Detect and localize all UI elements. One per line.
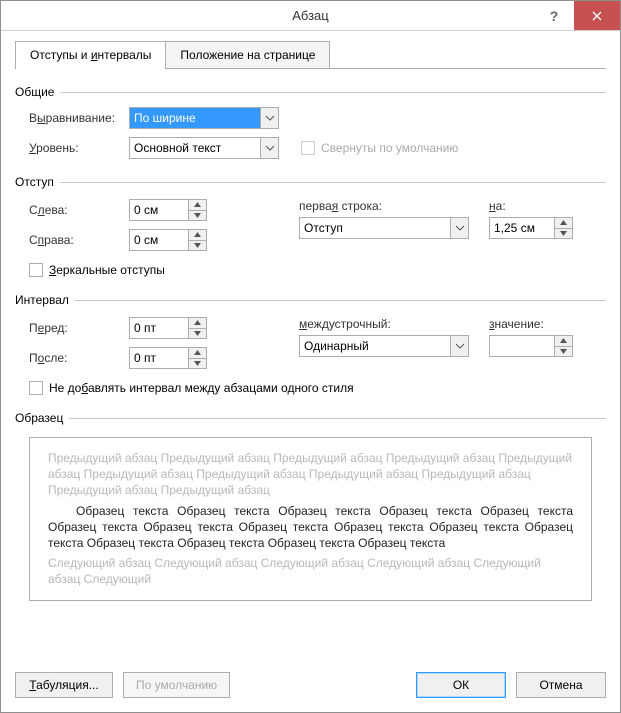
level-label: Уровень: xyxy=(29,141,129,155)
firstline-label: первая строка: xyxy=(299,199,489,213)
indent-right-label: Справа: xyxy=(29,233,129,247)
firstline-by-label: на: xyxy=(489,199,589,213)
spin-up-icon[interactable] xyxy=(189,318,206,328)
group-indent: Отступ Слева: 0 см xyxy=(15,175,606,277)
no-add-space-checkbox[interactable]: Не добавлять интервал между абзацами одн… xyxy=(29,381,354,395)
help-button[interactable]: ? xyxy=(534,1,574,30)
preview-previous: Предыдущий абзац Предыдущий абзац Предыд… xyxy=(48,450,573,499)
linespacing-combo[interactable]: Одинарный xyxy=(299,335,469,357)
indent-left-label: Слева: xyxy=(29,203,129,217)
chevron-down-icon[interactable] xyxy=(450,336,468,356)
tab-strip: Отступы и интервалы Положение на страниц… xyxy=(15,41,606,69)
group-preview: Образец Предыдущий абзац Предыдущий абза… xyxy=(15,411,606,656)
tabs-button[interactable]: Табуляция... xyxy=(15,672,113,698)
close-button[interactable] xyxy=(574,1,620,30)
cancel-button[interactable]: Отмена xyxy=(516,672,606,698)
ok-button[interactable]: ОК xyxy=(416,672,506,698)
alignment-combo[interactable]: По ширине xyxy=(129,107,279,129)
spacing-after-label: После: xyxy=(29,351,129,365)
titlebar: Абзац ? xyxy=(1,1,620,31)
level-combo[interactable]: Основной текст xyxy=(129,137,279,159)
indent-left-spinner[interactable]: 0 см xyxy=(129,199,207,221)
preview-box: Предыдущий абзац Предыдущий абзац Предыд… xyxy=(29,437,592,601)
spin-up-icon[interactable] xyxy=(189,230,206,240)
title-controls: ? xyxy=(534,1,620,30)
spin-down-icon[interactable] xyxy=(189,240,206,251)
checkbox-icon xyxy=(301,141,315,155)
linespacing-label: междустрочный: xyxy=(299,317,489,331)
group-indent-title: Отступ xyxy=(15,175,60,189)
firstline-combo[interactable]: Отступ xyxy=(299,217,469,239)
spin-down-icon[interactable] xyxy=(189,210,206,221)
spacing-after-spinner[interactable]: 0 пт xyxy=(129,347,207,369)
spin-down-icon[interactable] xyxy=(189,328,206,339)
checkbox-icon xyxy=(29,263,43,277)
linespacing-value-label: значение: xyxy=(489,317,589,331)
mirror-indents-checkbox[interactable]: Зеркальные отступы xyxy=(29,263,165,277)
spin-down-icon[interactable] xyxy=(189,358,206,369)
spacing-before-label: Перед: xyxy=(29,321,129,335)
spin-up-icon[interactable] xyxy=(555,336,572,346)
group-general: Общие Выравнивание: По ширине Уровень: О… xyxy=(15,85,606,159)
chevron-down-icon[interactable] xyxy=(260,138,278,158)
tab-indents[interactable]: Отступы и интервалы xyxy=(15,41,166,68)
spin-down-icon[interactable] xyxy=(555,228,572,239)
checkbox-icon xyxy=(29,381,43,395)
group-preview-title: Образец xyxy=(15,411,69,425)
group-spacing: Интервал Перед: 0 пт xyxy=(15,293,606,395)
tab-position[interactable]: Положение на странице xyxy=(165,41,330,68)
chevron-down-icon[interactable] xyxy=(450,218,468,238)
group-general-title: Общие xyxy=(15,85,60,99)
firstline-by-spinner[interactable]: 1,25 см xyxy=(489,217,573,239)
dialog-footer: Табуляция... По умолчанию ОК Отмена xyxy=(15,672,606,698)
linespacing-value-spinner[interactable] xyxy=(489,335,573,357)
chevron-down-icon[interactable] xyxy=(260,108,278,128)
dialog-body: Отступы и интервалы Положение на страниц… xyxy=(1,31,620,712)
spin-up-icon[interactable] xyxy=(189,348,206,358)
alignment-label: Выравнивание: xyxy=(29,111,129,125)
preview-next: Следующий абзац Следующий абзац Следующи… xyxy=(48,555,573,587)
collapsed-checkbox: Свернуты по умолчанию xyxy=(301,141,458,155)
spin-up-icon[interactable] xyxy=(189,200,206,210)
preview-sample: Образец текста Образец текста Образец те… xyxy=(48,503,573,552)
window-title: Абзац xyxy=(292,8,328,23)
spin-down-icon[interactable] xyxy=(555,346,572,357)
indent-right-spinner[interactable]: 0 см xyxy=(129,229,207,251)
default-button[interactable]: По умолчанию xyxy=(123,672,230,698)
paragraph-dialog: Абзац ? Отступы и интервалы Положение на… xyxy=(0,0,621,713)
group-spacing-title: Интервал xyxy=(15,293,75,307)
spacing-before-spinner[interactable]: 0 пт xyxy=(129,317,207,339)
spin-up-icon[interactable] xyxy=(555,218,572,228)
